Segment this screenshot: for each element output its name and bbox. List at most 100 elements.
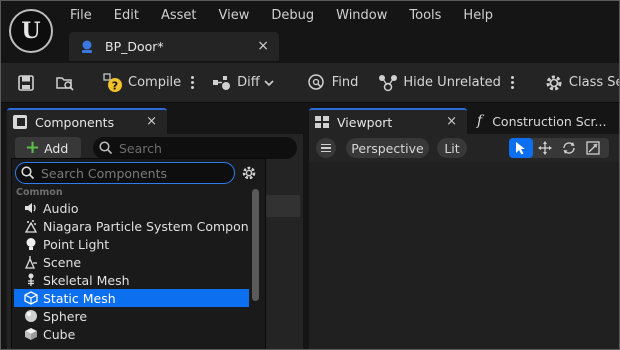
list-item[interactable]: Scene [14,253,249,271]
class-settings-button[interactable]: Class Se [538,68,620,98]
list-item-label: Niagara Particle System Component [43,218,249,234]
add-component-dropdown: Common Audio Niagara Particle System Com… [11,158,266,349]
compile-label: Compile [128,75,182,90]
viewport-tab-close-icon[interactable]: × [446,114,457,129]
light-bulb-icon [24,237,38,251]
speaker-icon [24,201,38,215]
scene-icon [24,255,38,269]
lit-button[interactable]: Lit [437,138,467,158]
cursor-arrow-icon [516,142,525,155]
static-mesh-icon [24,291,38,305]
list-item[interactable]: Niagara Particle System Component [14,217,249,235]
tab-viewport[interactable]: Viewport × [309,108,467,134]
list-item-label: Scene [43,254,82,270]
rotate-icon [563,142,575,154]
main-menu: File Edit Asset View Debug Window Tools … [59,6,504,26]
list-item[interactable]: Audio [14,199,249,217]
viewport-grid-icon [315,116,329,128]
diff-button[interactable]: Diff [206,68,281,98]
list-item-label: Sphere [43,308,88,324]
chevron-down-icon [264,79,274,86]
viewport-options-menu-icon[interactable] [316,138,336,158]
component-type-list: Audio Niagara Particle System Component … [14,199,249,343]
find-icon [308,73,324,90]
select-tool[interactable] [509,138,533,158]
gear-icon [546,75,562,90]
rotate-tool[interactable] [557,138,581,158]
folder-search-icon [56,76,74,91]
components-tab-title: Components [35,114,115,130]
compile-status-icon: ? [103,72,122,92]
menu-asset[interactable]: Asset [150,6,208,26]
class-settings-label: Class Se [568,75,620,90]
list-item[interactable]: Sphere [14,307,249,325]
find-label: Find [331,75,359,90]
find-button[interactable]: Find [301,68,365,98]
sphere-icon [24,309,38,323]
browse-button[interactable] [49,68,81,98]
document-tab-title: BP_Door* [105,39,164,54]
component-tree-search[interactable] [93,137,297,159]
compile-button[interactable]: ? Compile [97,68,187,98]
list-item-label: Skeletal Mesh [43,272,130,288]
save-button[interactable] [11,68,41,98]
viewport-panel[interactable]: Perspective Lit [309,134,619,349]
gear-icon[interactable] [241,165,257,181]
component-tree-search-input[interactable] [119,140,279,156]
hide-unrelated-button[interactable]: Hide Unrelated [372,68,507,98]
menu-file[interactable]: File [59,6,103,26]
blueprint-toolbar: ? Compile Diff Find Hide Unrelated Class… [1,63,619,103]
diff-icon [213,75,231,90]
menu-tools[interactable]: Tools [398,6,452,26]
scale-tool[interactable] [581,138,605,158]
list-item-label: Audio [43,200,79,216]
components-tab-close-icon[interactable]: × [146,114,157,129]
search-icon [99,141,113,155]
components-icon [13,115,27,129]
document-tab-bp-door[interactable]: BP_Door* × [69,32,279,61]
search-components-box[interactable] [15,162,235,184]
document-tab-close-icon[interactable]: × [257,38,269,54]
move-arrows-icon [538,141,552,155]
add-component-button[interactable]: + Add [15,137,81,159]
tab-components[interactable]: Components × [7,108,167,134]
diff-label: Diff [237,75,260,90]
list-item-selected[interactable]: Static Mesh [14,289,249,307]
editor-window: U File Edit Asset View Debug Window Tool… [0,0,620,350]
menu-view[interactable]: View [208,6,261,26]
list-item-label: Static Mesh [43,290,116,306]
list-item[interactable]: Point Light [14,235,249,253]
construction-tab-title: Construction Scr... [492,113,607,129]
menu-help[interactable]: Help [452,6,504,26]
svg-text:?: ? [112,79,118,92]
list-item[interactable]: Cube [14,325,249,343]
add-label: Add [44,140,69,156]
menu-window[interactable]: Window [325,6,398,26]
plus-icon: + [25,137,41,158]
category-header: Common [16,187,63,198]
menu-debug[interactable]: Debug [260,6,325,26]
hide-unrelated-options-icon[interactable] [510,76,514,89]
scale-icon [586,141,600,155]
list-item-label: Point Light [43,236,110,252]
compile-options-icon[interactable] [191,76,195,89]
hide-unrelated-label: Hide Unrelated [403,75,501,90]
search-components-input[interactable] [41,165,221,181]
transform-tools [509,138,609,158]
title-bar: U File Edit Asset View Debug Window Tool… [1,1,619,63]
list-item[interactable]: Skeletal Mesh [14,271,249,289]
hide-unrelated-icon [379,74,398,91]
function-icon: f [477,113,483,129]
tab-construction-script[interactable]: f Construction Scr... [469,108,619,134]
blueprint-icon [82,40,92,53]
translate-tool[interactable] [533,138,557,158]
menu-edit[interactable]: Edit [103,6,150,26]
list-item-label: Cube [43,326,76,342]
viewport-toolbar: Perspective Lit [309,134,619,162]
cube-icon [24,327,38,341]
particle-system-icon [24,219,38,233]
dropdown-scrollbar[interactable] [252,189,259,301]
unreal-logo-icon[interactable]: U [9,9,53,53]
perspective-button[interactable]: Perspective [346,138,429,158]
viewport-tab-title: Viewport [337,114,393,130]
